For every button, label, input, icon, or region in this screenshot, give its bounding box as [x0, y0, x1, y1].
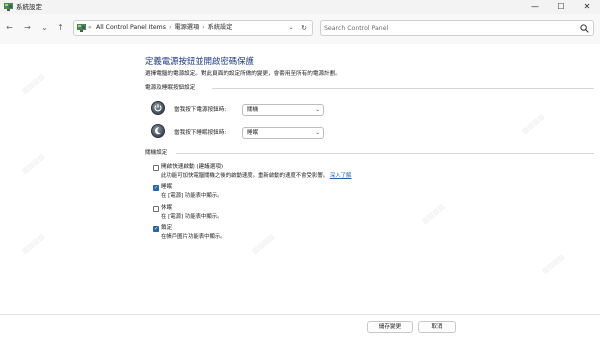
power-button-icon: [151, 101, 165, 115]
search-icon[interactable]: [580, 24, 589, 33]
hibernate-checkbox[interactable]: [153, 206, 159, 212]
forward-arrow-icon[interactable]: →: [22, 22, 33, 33]
lock-checkbox[interactable]: ✓: [153, 226, 159, 232]
chevron-down-icon: ⌄: [315, 130, 320, 136]
section-divider: [176, 153, 594, 154]
section-heading-shutdown: 關機設定: [145, 150, 168, 156]
power-button-action-select[interactable]: 關機 ⌄: [242, 104, 324, 116]
lock-description: 在帳戶圖片功能表中顯示。: [161, 234, 226, 240]
fast-startup-checkbox[interactable]: [153, 165, 159, 171]
address-dropdown-icon[interactable]: ⌄: [286, 22, 296, 34]
breadcrumb-item[interactable]: All Control Panel Items: [96, 24, 166, 31]
hibernate-description: 在 [電源] 功能表中顯示。: [161, 214, 223, 220]
fast-startup-description: 此功能可加快電腦關機之後的啟動速度。重新啟動的速度不會受影響。 深入了解: [161, 172, 351, 180]
chevron-right-icon: ›: [202, 24, 205, 31]
maximize-button[interactable]: ☐: [548, 0, 574, 13]
lock-label[interactable]: 鎖定: [161, 224, 172, 232]
chevron-down-icon: ⌄: [315, 107, 320, 113]
breadcrumb-item[interactable]: 系統設定: [208, 24, 233, 31]
sleep-button-icon: [151, 124, 165, 138]
search-box[interactable]: [320, 20, 594, 36]
minimize-button[interactable]: —: [522, 0, 548, 13]
watermark-mark: ▧▧▧▧: [520, 112, 546, 136]
watermark-mark: ▧▧▧▧: [540, 252, 566, 276]
page-description: 選擇電腦的電源設定。對此頁面的設定所做的變更，會套用至所有的電源計劃。: [145, 71, 341, 77]
learn-more-link[interactable]: 深入了解: [330, 173, 352, 179]
page-title: 定義電源按鈕並開啟密碼保護: [145, 56, 254, 66]
section-divider: [212, 88, 594, 89]
power-button-action-label: 當我按下電源按鈕時:: [174, 107, 227, 113]
select-value: 關機: [247, 107, 259, 113]
window-title: 系統設定: [16, 3, 42, 11]
sleep-checkbox[interactable]: ✓: [153, 185, 159, 191]
watermark-mark: ▧▧▧▧: [20, 72, 46, 96]
fast-startup-description-text: 此功能可加快電腦關機之後的啟動速度。重新啟動的速度不會受影響。: [161, 173, 329, 179]
watermark-layer: ▧▧▧▧ ▧▧▧▧ ▧▧▧▧ ▧▧▧▧ ▧▧▧▧ ▧▧▧▧ ▧▧▧▧: [0, 0, 600, 339]
section-heading-power-buttons: 電源及睡眠按鈕設定: [145, 85, 196, 91]
refresh-icon[interactable]: ↻: [299, 22, 309, 34]
sleep-label[interactable]: 睡眠: [161, 183, 172, 191]
address-bar[interactable]: « All Control Panel Items › 電源選項 › 系統設定 ⌄ ↻: [73, 20, 313, 36]
control-panel-icon: [77, 24, 86, 32]
fast-startup-label[interactable]: 開啟快速啟動 (建議選項): [161, 163, 223, 171]
cancel-button[interactable]: 取消: [418, 321, 456, 333]
watermark-mark: ▧▧▧▧: [20, 232, 46, 256]
close-button[interactable]: ✕: [574, 0, 600, 13]
breadcrumb-item[interactable]: 電源選項: [174, 24, 199, 31]
title-bar: 系統設定 — ☐ ✕: [0, 0, 600, 14]
recent-locations-chevron-icon[interactable]: ⌄: [39, 22, 50, 33]
up-arrow-icon[interactable]: ↑: [55, 22, 66, 33]
watermark-mark: ▧▧▧▧: [420, 202, 446, 226]
sleep-button-action-select[interactable]: 睡眠 ⌄: [242, 127, 324, 139]
back-arrow-icon[interactable]: ←: [4, 22, 15, 33]
watermark-mark: ▧▧▧▧: [20, 152, 46, 176]
watermark-mark: ▧▧▧▧: [250, 232, 276, 256]
hibernate-label[interactable]: 休眠: [161, 204, 172, 212]
sleep-button-action-label: 當我按下睡眠按鈕時:: [174, 130, 227, 136]
footer-divider: [0, 314, 600, 315]
select-value: 睡眠: [247, 130, 259, 136]
control-panel-icon: [4, 3, 13, 11]
sleep-description: 在 [電源] 功能表中顯示。: [161, 193, 223, 199]
save-changes-button[interactable]: 儲存變更: [367, 321, 413, 333]
breadcrumb: All Control Panel Items › 電源選項 › 系統設定: [96, 22, 232, 34]
search-input[interactable]: [324, 22, 574, 34]
address-overflow-icon[interactable]: «: [88, 22, 92, 34]
